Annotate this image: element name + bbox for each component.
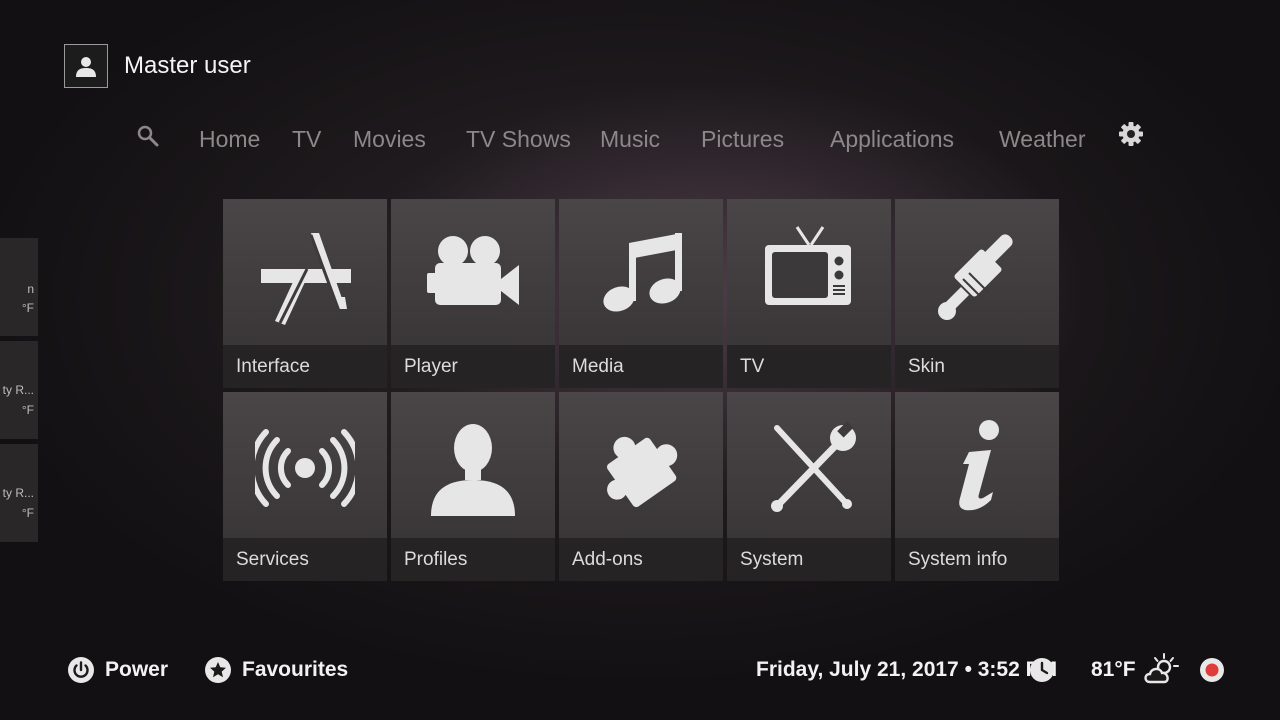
profile-name: Master user	[124, 52, 251, 79]
partly-cloudy-icon[interactable]	[1142, 652, 1180, 686]
tile-player[interactable]: Player	[391, 199, 555, 388]
appstore-icon	[261, 233, 351, 325]
nav-music[interactable]: Music	[600, 126, 660, 153]
side-widget[interactable]: ty R... °F	[0, 444, 38, 542]
tools-icon	[771, 421, 856, 512]
tile-services[interactable]: Services	[223, 392, 387, 581]
nav-movies[interactable]: Movies	[353, 126, 426, 153]
nav-weather[interactable]: Weather	[999, 126, 1086, 153]
nav-tv-shows[interactable]: TV Shows	[466, 126, 571, 153]
nav-tv[interactable]: TV	[292, 126, 321, 153]
user-icon	[64, 44, 108, 88]
puzzle-icon	[607, 436, 678, 508]
favourites-button[interactable]: Favourites	[242, 658, 348, 682]
side-widget-temp: °F	[21, 403, 34, 417]
side-widget-temp: °F	[21, 301, 34, 315]
footer-bar: Power Favourites Friday, July 21, 2017 •…	[0, 650, 1280, 690]
tile-label: System info	[908, 549, 1008, 570]
tile-system[interactable]: System	[727, 392, 891, 581]
star-icon[interactable]	[204, 656, 232, 684]
side-widget-title: ty R...	[2, 486, 34, 500]
movie-camera-icon	[427, 236, 519, 305]
tile-label: Player	[404, 356, 458, 377]
tile-label: TV	[740, 356, 765, 377]
tile-label: Media	[572, 356, 624, 377]
search-icon[interactable]	[136, 124, 160, 148]
clock-icon	[1030, 658, 1054, 682]
settings-grid: Interface Player Media TV Skin Services …	[223, 199, 1060, 581]
broadcast-icon	[255, 429, 355, 507]
side-widget-title: ty R...	[2, 383, 34, 397]
date-time: Friday, July 21, 2017 • 3:52 PM	[756, 658, 1058, 681]
tile-label: System	[740, 549, 804, 570]
side-widget[interactable]: ty R... °F	[0, 341, 38, 439]
user-profile[interactable]: Master user	[64, 44, 251, 88]
person-icon	[431, 424, 515, 516]
tile-add-ons[interactable]: Add-ons	[559, 392, 723, 581]
tile-system-info[interactable]: System info	[895, 392, 1059, 581]
power-icon[interactable]	[67, 656, 95, 684]
music-note-icon	[603, 233, 682, 312]
television-icon	[765, 226, 851, 305]
tile-label: Add-ons	[572, 549, 643, 570]
main-menu: Home TV Movies TV Shows Music Pictures A…	[0, 120, 1280, 160]
tile-label: Interface	[236, 356, 310, 377]
tile-label: Skin	[908, 356, 945, 377]
tile-label: Profiles	[404, 549, 468, 570]
gear-icon[interactable]	[1117, 120, 1145, 148]
tile-interface[interactable]: Interface	[223, 199, 387, 388]
tile-label: Services	[236, 549, 309, 570]
nav-home[interactable]: Home	[199, 126, 260, 153]
power-button[interactable]: Power	[105, 658, 168, 682]
tile-profiles[interactable]: Profiles	[391, 392, 555, 581]
info-icon	[959, 420, 999, 511]
record-dot	[1205, 663, 1219, 677]
weather-temperature[interactable]: 81°F	[1091, 658, 1136, 682]
side-widget-title: n	[27, 282, 34, 296]
record-icon[interactable]	[1198, 656, 1226, 684]
tile-skin[interactable]: Skin	[895, 199, 1059, 388]
side-widget[interactable]: n °F	[0, 238, 38, 336]
side-widget-temp: °F	[21, 506, 34, 520]
nav-applications[interactable]: Applications	[830, 126, 954, 153]
nav-pictures[interactable]: Pictures	[701, 126, 784, 153]
tile-media[interactable]: Media	[559, 199, 723, 388]
paintbrush-icon	[938, 234, 1013, 320]
tile-tv[interactable]: TV	[727, 199, 891, 388]
